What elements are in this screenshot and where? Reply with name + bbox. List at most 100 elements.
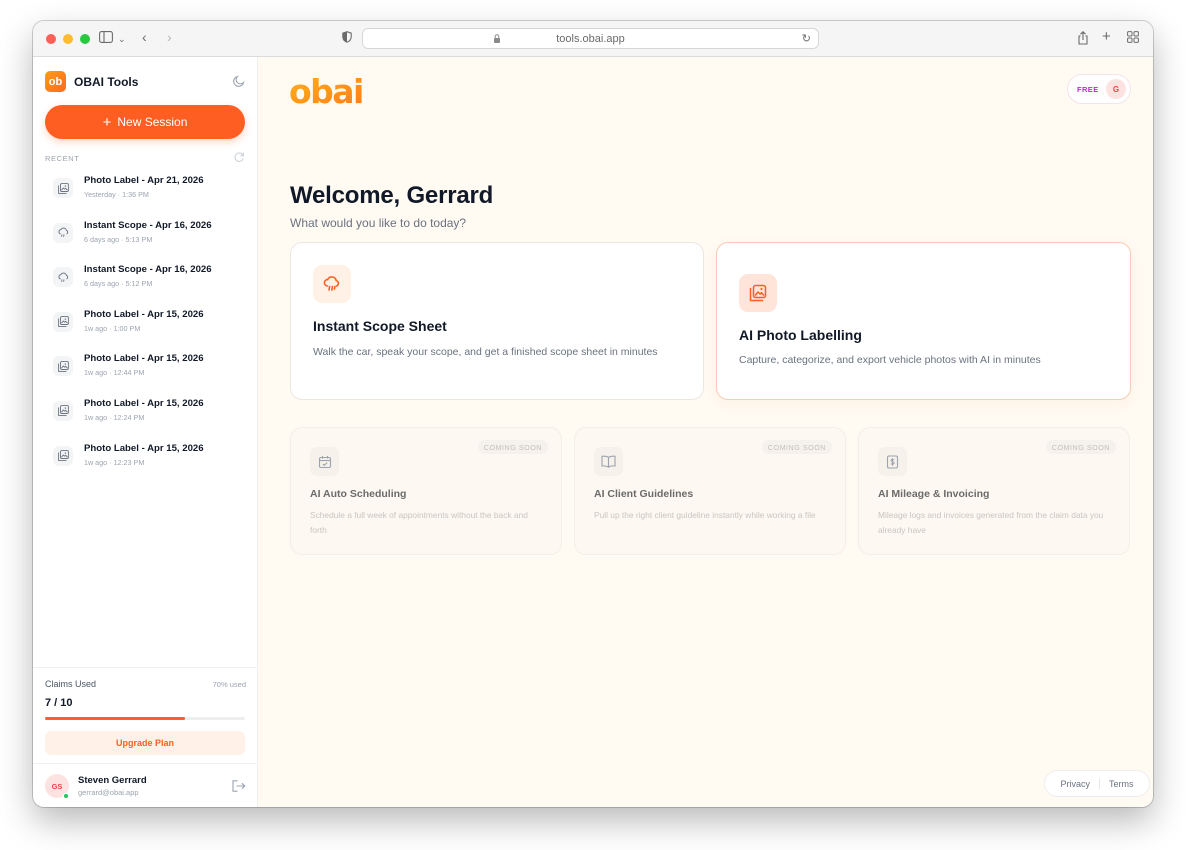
back-button[interactable]: ‹	[142, 29, 147, 45]
session-title: Instant Scope - Apr 16, 2026	[84, 264, 212, 276]
moon-icon[interactable]	[232, 74, 246, 88]
recent-session-item[interactable]: Instant Scope - Apr 16, 2026 6 days ago …	[33, 255, 258, 300]
avatar: G	[1106, 79, 1126, 99]
privacy-link[interactable]: Privacy	[1060, 779, 1090, 789]
plan-badge[interactable]: FREE G	[1067, 74, 1131, 104]
ai-client-guidelines-card: COMING SOON AI Client Guidelines Pull up…	[574, 427, 846, 555]
tool-description: Walk the car, speak your scope, and get …	[313, 346, 658, 358]
recent-session-item[interactable]: Photo Label - Apr 15, 2026 1w ago · 12:2…	[33, 434, 258, 479]
session-title: Photo Label - Apr 15, 2026	[84, 308, 204, 320]
sidebar: ob OBAI Tools + New Session RECENT Photo…	[33, 57, 258, 807]
brand-name: OBAI Tools	[74, 74, 139, 89]
tool-description: Capture, categorize, and export vehicle …	[739, 354, 1041, 366]
user-name: Steven Gerrard	[78, 775, 147, 786]
tool-title: AI Photo Labelling	[739, 327, 862, 343]
feature-title: AI Client Guidelines	[594, 488, 694, 500]
ai-photo-labelling-card[interactable]: AI Photo Labelling Capture, categorize, …	[716, 242, 1131, 400]
recent-session-item[interactable]: Photo Label - Apr 21, 2026 Yesterday · 1…	[33, 166, 258, 211]
plan-label: FREE	[1077, 85, 1099, 94]
upgrade-plan-button[interactable]: Upgrade Plan	[45, 731, 245, 755]
coming-soon-badge: COMING SOON	[477, 440, 548, 454]
zoom-window-button[interactable]	[80, 34, 90, 44]
feature-title: AI Auto Scheduling	[310, 488, 407, 500]
photo-gallery-icon	[739, 274, 777, 312]
feature-title: AI Mileage & Invoicing	[878, 488, 990, 500]
minimize-window-button[interactable]	[63, 34, 73, 44]
claims-progress-fill	[45, 717, 185, 720]
terms-link[interactable]: Terms	[1109, 779, 1134, 789]
session-time: 1w ago · 1:00 PM	[84, 323, 141, 333]
recent-session-list: Photo Label - Apr 21, 2026 Yesterday · 1…	[33, 166, 258, 478]
claims-used-percent: 70% used	[212, 680, 246, 689]
dollar-receipt-icon	[878, 447, 907, 476]
tab-overview-icon[interactable]	[1127, 31, 1139, 47]
page-subtitle: What would you like to do today?	[290, 216, 467, 230]
browser-toolbar: ⌄ ‹ › tools.obai.app ↻ +	[33, 21, 1153, 57]
svg-text:obai: obai	[289, 73, 363, 109]
session-title: Photo Label - Apr 15, 2026	[84, 353, 204, 365]
refresh-icon[interactable]	[233, 151, 245, 163]
calendar-icon	[310, 447, 339, 476]
recent-session-item[interactable]: Instant Scope - Apr 16, 2026 6 days ago …	[33, 211, 258, 256]
brand[interactable]: ob OBAI Tools	[45, 71, 138, 92]
session-title: Instant Scope - Apr 16, 2026	[84, 219, 212, 231]
photo-label-icon	[53, 311, 73, 332]
photo-label-icon	[53, 445, 73, 466]
online-status-dot	[63, 793, 69, 799]
coming-soon-badge: COMING SOON	[1045, 440, 1116, 454]
session-time: 6 days ago · 5:13 PM	[84, 234, 153, 244]
photo-label-icon	[53, 400, 73, 421]
instant-scope-icon	[53, 222, 73, 243]
ai-mileage-invoicing-card: COMING SOON AI Mileage & Invoicing Milea…	[858, 427, 1130, 555]
logout-icon[interactable]	[232, 780, 246, 792]
reload-icon[interactable]: ↻	[802, 32, 811, 45]
photo-label-icon	[53, 356, 73, 377]
footer-divider	[1099, 778, 1100, 789]
session-title: Photo Label - Apr 15, 2026	[84, 397, 204, 409]
coming-soon-badge: COMING SOON	[761, 440, 832, 454]
footer-links: Privacy Terms	[1044, 770, 1150, 797]
book-open-icon	[594, 447, 623, 476]
url-text: tools.obai.app	[556, 32, 625, 45]
recent-header: RECENT	[45, 151, 245, 163]
new-session-button[interactable]: + New Session	[45, 105, 245, 139]
feature-description: Mileage logs and invoices generated from…	[878, 510, 1104, 535]
lock-icon	[494, 34, 500, 43]
user-profile[interactable]: GS Steven Gerrard gerrard@obai.app	[33, 763, 258, 807]
browser-window: ⌄ ‹ › tools.obai.app ↻ + ob OBAI Tools +…	[33, 21, 1153, 807]
address-bar[interactable]: tools.obai.app ↻	[362, 28, 819, 49]
instant-scope-sheet-card[interactable]: Instant Scope Sheet Walk the car, speak …	[290, 242, 704, 400]
chevron-down-icon[interactable]: ⌄	[118, 31, 126, 47]
new-session-label: New Session	[117, 115, 188, 129]
close-window-button[interactable]	[46, 34, 56, 44]
claims-used-label: Claims Used	[45, 679, 97, 689]
session-time: 1w ago · 12:24 PM	[84, 412, 145, 422]
recent-session-item[interactable]: Photo Label - Apr 15, 2026 1w ago · 1:00…	[33, 300, 258, 345]
privacy-shield-icon[interactable]	[342, 31, 352, 47]
new-tab-icon[interactable]: +	[1102, 29, 1111, 45]
recent-label: RECENT	[45, 154, 80, 163]
recent-session-item[interactable]: Photo Label - Apr 15, 2026 1w ago · 12:4…	[33, 344, 258, 389]
user-email: gerrard@obai.app	[78, 788, 139, 797]
plus-icon: +	[102, 113, 112, 131]
feature-description: Pull up the right client guideline insta…	[594, 510, 816, 520]
instant-scope-icon	[53, 267, 73, 288]
brand-logo: ob	[45, 71, 66, 92]
claims-count: 7 / 10	[45, 697, 73, 709]
session-time: Yesterday · 1:36 PM	[84, 190, 149, 199]
sidebar-toggle-icon[interactable]	[99, 31, 113, 47]
forward-button[interactable]: ›	[167, 29, 172, 45]
recent-session-item[interactable]: Photo Label - Apr 15, 2026 1w ago · 12:2…	[33, 389, 258, 434]
window-controls	[46, 34, 90, 44]
share-icon[interactable]	[1077, 31, 1089, 49]
main-content: obai FREE G Welcome, Gerrard What would …	[258, 57, 1153, 807]
ai-auto-scheduling-card: COMING SOON AI Auto Scheduling Schedule …	[290, 427, 562, 555]
tool-title: Instant Scope Sheet	[313, 318, 447, 334]
feature-description: Schedule a full week of appointments wit…	[310, 510, 528, 535]
cloud-rain-icon	[313, 265, 351, 303]
obai-logo[interactable]: obai	[289, 73, 375, 109]
photo-label-icon	[53, 178, 73, 198]
claims-progress-bar	[45, 717, 245, 720]
claims-usage-panel: Claims Used 70% used 7 / 10 Upgrade Plan	[33, 667, 258, 763]
session-title: Photo Label - Apr 15, 2026	[84, 442, 204, 454]
